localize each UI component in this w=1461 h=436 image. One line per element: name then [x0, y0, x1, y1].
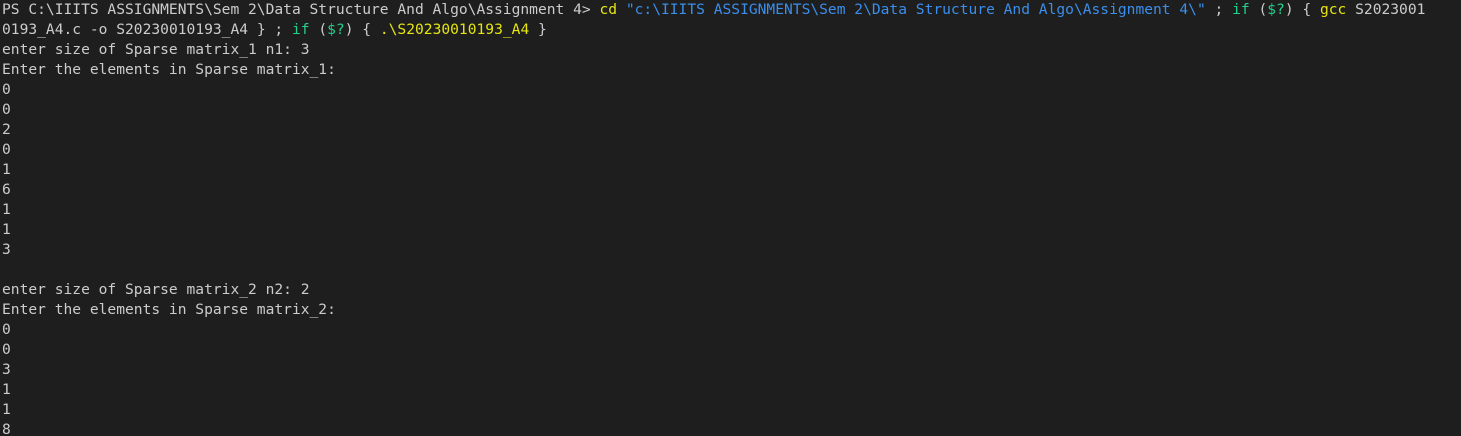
prompt-path: PS C:\IIITS ASSIGNMENTS\Sem 2\Data Struc…: [2, 1, 600, 18]
output-line: enter size of Sparse matrix_1 n1: 3: [2, 41, 310, 58]
gcc-command: gcc: [1319, 1, 1347, 18]
exit-status-variable: $?: [1267, 1, 1285, 18]
output-line: 3: [2, 361, 11, 378]
output-line: 1: [2, 201, 11, 218]
prompt-command-line: PS C:\IIITS ASSIGNMENTS\Sem 2\Data Struc…: [2, 0, 1461, 20]
output-flag: -o: [89, 21, 108, 38]
terminal-panel[interactable]: PS C:\IIITS ASSIGNMENTS\Sem 2\Data Struc…: [0, 0, 1461, 436]
output-line: 1: [2, 381, 11, 398]
block-close: }: [529, 21, 547, 38]
output-line: 0: [2, 321, 11, 338]
condition-open: (: [309, 21, 328, 38]
output-line: 6: [2, 181, 11, 198]
cd-command: cd: [599, 1, 618, 18]
output-line: Enter the elements in Sparse matrix_2:: [2, 301, 336, 318]
condition-open: (: [1249, 1, 1268, 18]
output-line: 0: [2, 101, 11, 118]
output-line: 1: [2, 221, 11, 238]
wrapped-command-line: 0193_A4.c -o S20230010193_A4 } ; if ($?)…: [2, 20, 1461, 40]
condition-close: ) {: [344, 21, 380, 38]
exit-status-variable: $?: [327, 21, 345, 38]
output-line: 8: [2, 421, 11, 436]
output-line: Enter the elements in Sparse matrix_1:: [2, 61, 336, 78]
output-line: 0: [2, 141, 11, 158]
if-keyword: if: [1232, 1, 1250, 18]
gcc-source-arg-cont: 0193_A4.c: [2, 21, 90, 38]
gcc-source-arg: S2023001: [1346, 1, 1426, 18]
cd-path-string: "c:\IIITS ASSIGNMENTS\Sem 2\Data Structu…: [625, 1, 1206, 18]
output-name: S20230010193_A4 } ;: [107, 21, 292, 38]
output-line: 2: [2, 121, 11, 138]
output-line: 3: [2, 241, 11, 258]
separator: ;: [1205, 1, 1233, 18]
output-line: 1: [2, 401, 11, 418]
output-line: 0: [2, 341, 11, 358]
output-line: 0: [2, 81, 11, 98]
output-line: 1: [2, 161, 11, 178]
run-executable-command: .\S20230010193_A4: [379, 21, 530, 38]
output-line: enter size of Sparse matrix_2 n2: 2: [2, 281, 310, 298]
if-keyword: if: [291, 21, 310, 38]
condition-close: ) {: [1284, 1, 1320, 18]
